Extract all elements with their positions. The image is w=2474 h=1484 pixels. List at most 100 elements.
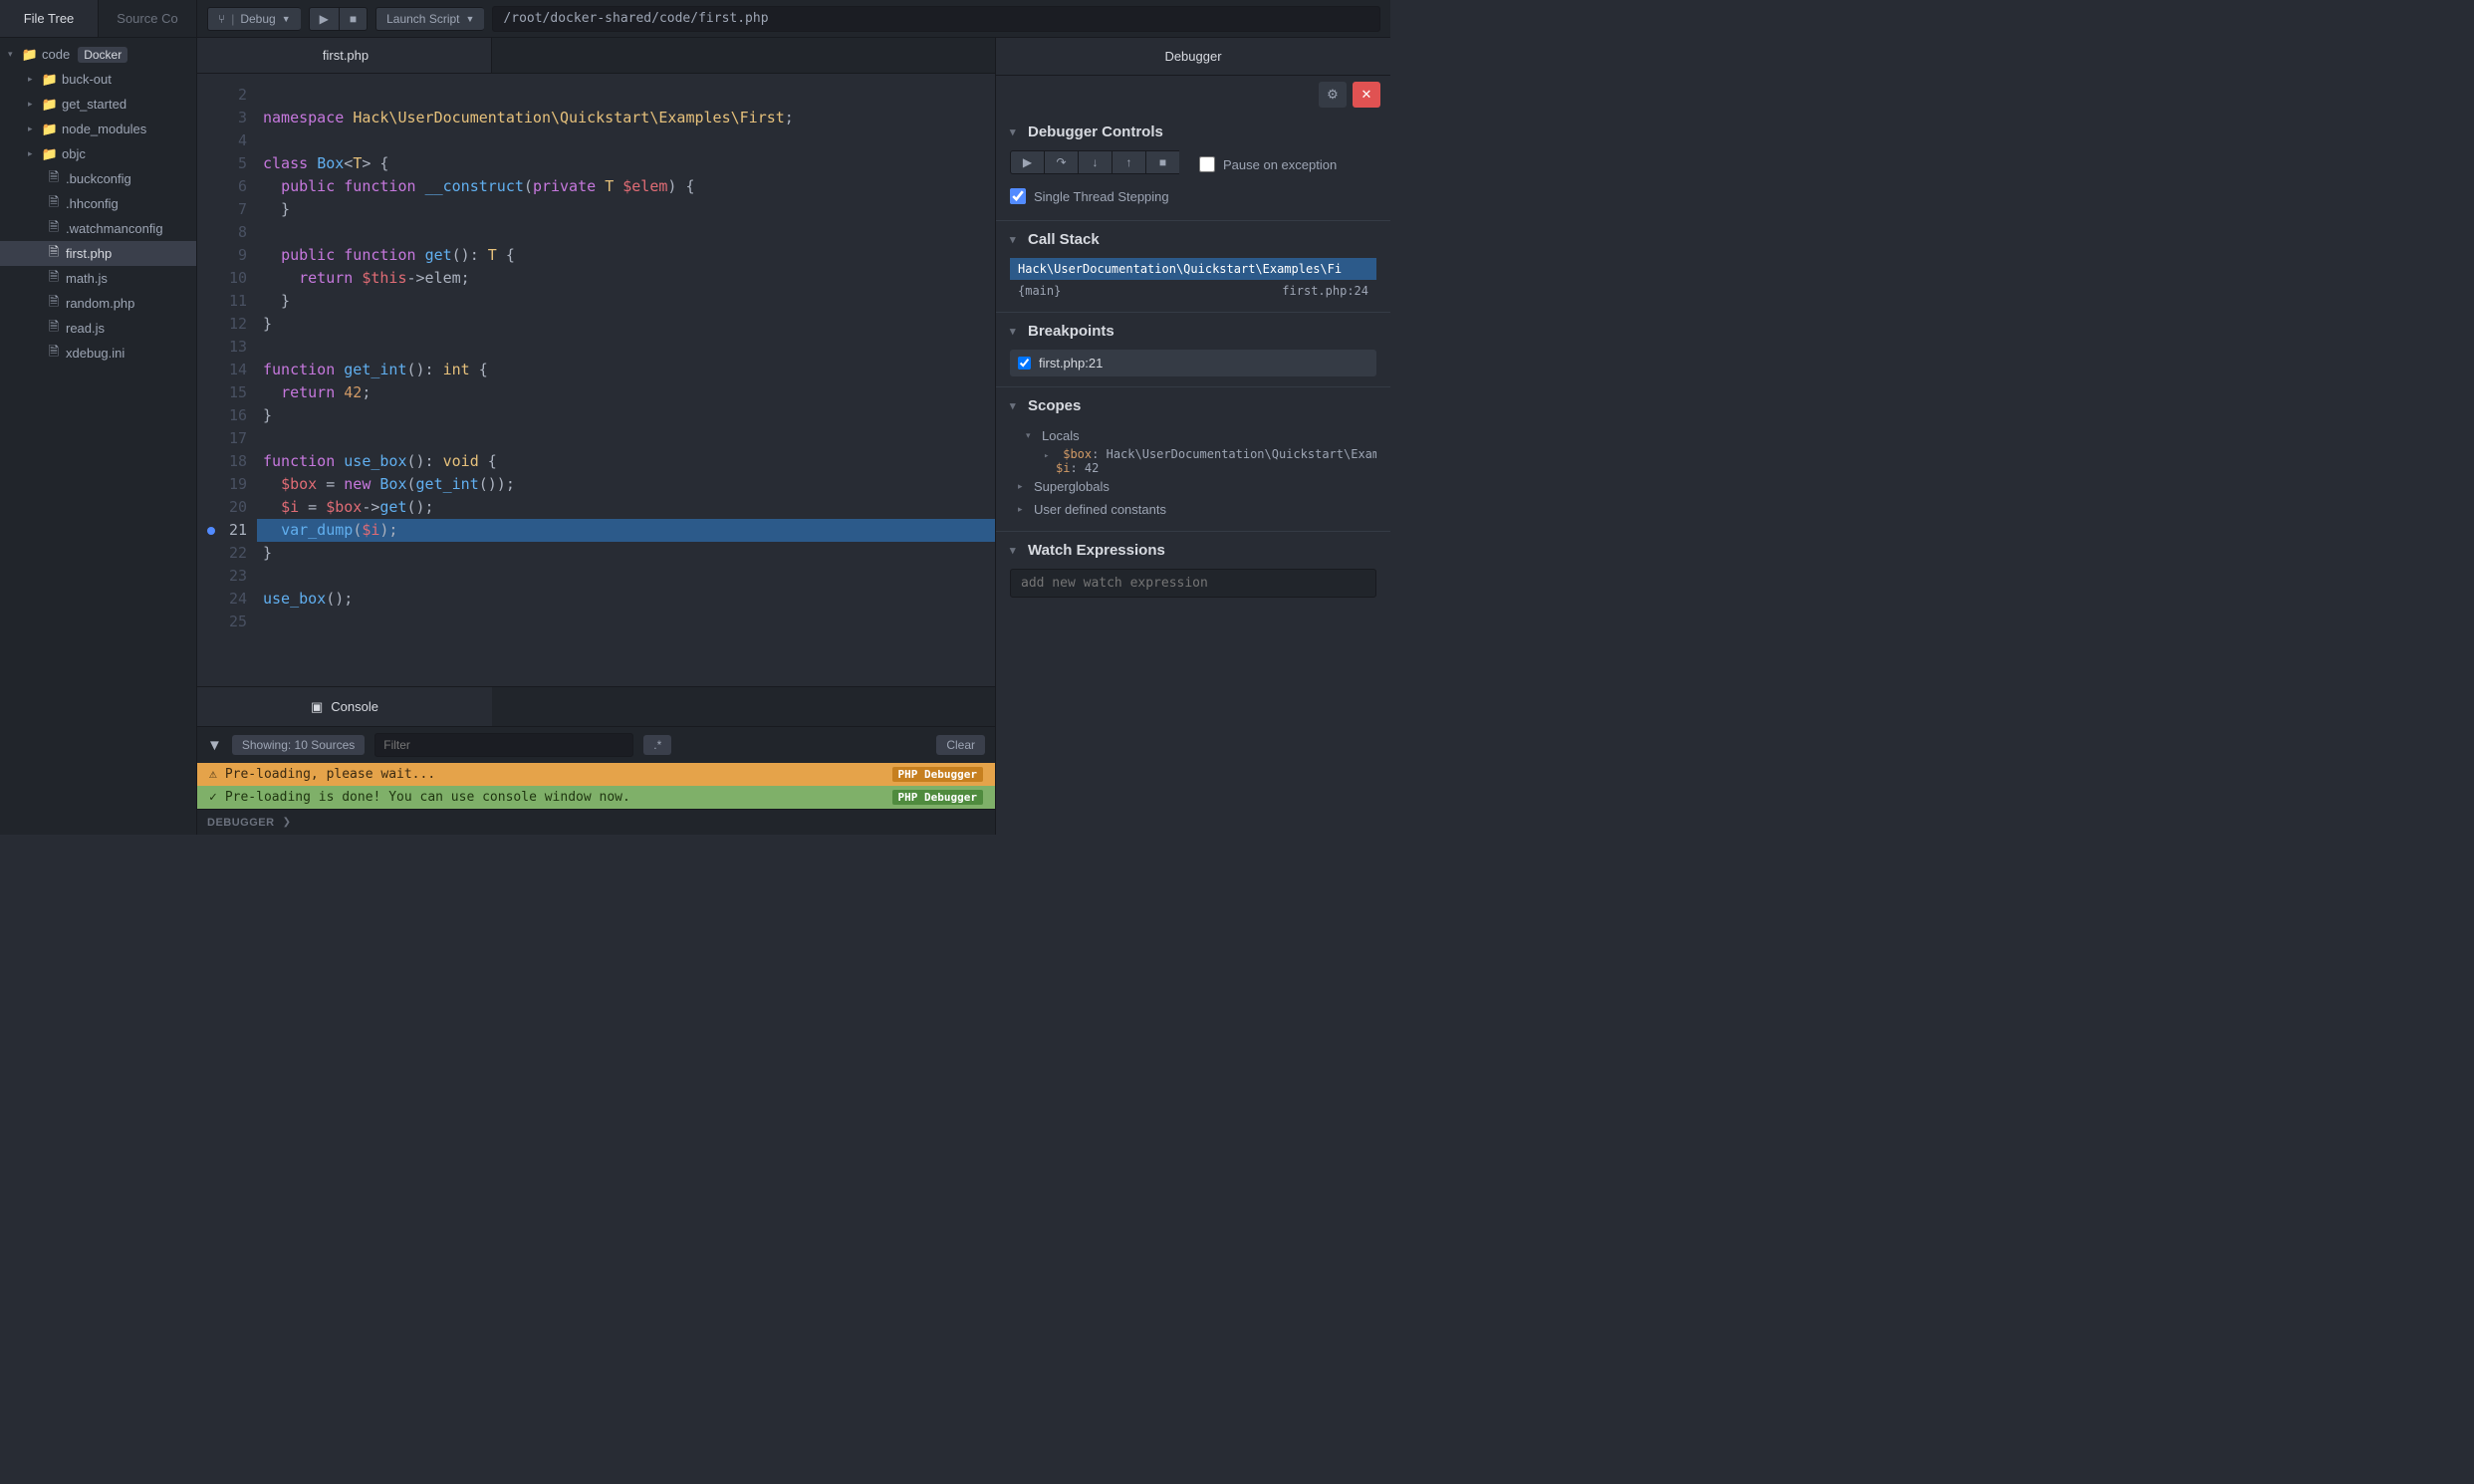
console-message: ✓ Pre-loading is done! You can use conso… xyxy=(197,786,995,809)
chevron-down-icon: ▾ xyxy=(1010,544,1020,557)
debug-profile-dropdown[interactable]: ⑂ | Debug ▼ xyxy=(207,7,301,31)
debugger-tab[interactable]: Debugger xyxy=(996,38,1390,75)
chevron-right-icon: ▸ xyxy=(1044,451,1056,461)
watch-expression-input[interactable] xyxy=(1010,569,1376,598)
chevron-right-icon: ▸ xyxy=(28,99,38,110)
folder-icon: 📁 xyxy=(42,146,58,162)
breakpoint-checkbox[interactable] xyxy=(1018,357,1031,370)
play-icon: ▶ xyxy=(320,12,329,26)
tree-folder[interactable]: ▸📁buck-out xyxy=(0,67,196,92)
tree-root[interactable]: ▾ 📁 code Docker xyxy=(0,42,196,67)
tree-file[interactable]: 🗎read.js xyxy=(0,316,196,341)
step-over-button[interactable]: ↷ xyxy=(1044,150,1078,174)
path-input[interactable] xyxy=(492,6,1380,32)
folder-code-icon: 📁 xyxy=(22,47,38,63)
continue-button[interactable]: ▶ xyxy=(1010,150,1044,174)
file-icon: 🗎 xyxy=(46,193,62,215)
tree-file[interactable]: 🗎math.js xyxy=(0,266,196,291)
file-icon: 🗎 xyxy=(46,168,62,190)
close-icon: ✕ xyxy=(1361,87,1372,103)
editor-tab[interactable]: first.php xyxy=(197,38,492,73)
pause-on-exception-label: Pause on exception xyxy=(1223,157,1337,172)
pause-on-exception-checkbox[interactable] xyxy=(1199,156,1215,172)
chevron-right-icon: ❯ xyxy=(283,817,291,828)
breakpoint-item[interactable]: first.php:21 xyxy=(1010,350,1376,376)
file-tree-panel: ▾ 📁 code Docker ▸📁buck-out ▸📁get_started… xyxy=(0,38,197,835)
debugger-footer-label[interactable]: DEBUGGER xyxy=(207,817,275,829)
step-over-icon: ↷ xyxy=(1056,155,1066,169)
stop-icon: ■ xyxy=(350,12,357,26)
file-icon: 🗎 xyxy=(46,318,62,340)
debugger-panel: Debugger ⚙ ✕ ▾ Debugger Controls ▶ ↷ ↓ ↑… xyxy=(996,38,1390,835)
tab-file-tree[interactable]: File Tree xyxy=(0,0,99,37)
tree-folder[interactable]: ▸📁get_started xyxy=(0,92,196,117)
console-tab[interactable]: ▣ Console xyxy=(197,687,492,726)
breakpoint-dot[interactable] xyxy=(207,527,215,535)
gear-icon: ⚙ xyxy=(1327,87,1339,103)
stop-debug-button[interactable]: ■ xyxy=(1145,150,1179,174)
tree-file[interactable]: 🗎random.php xyxy=(0,291,196,316)
scope-variable[interactable]: $i: 42 xyxy=(1010,461,1376,475)
scope-constants[interactable]: ▸ User defined constants xyxy=(1010,498,1376,521)
remote-badge: Docker xyxy=(78,47,127,63)
file-icon: 🗎 xyxy=(46,268,62,290)
code-editor[interactable]: 2345678910111213141516171819202122232425… xyxy=(197,74,995,686)
section-scopes[interactable]: ▾ Scopes xyxy=(1010,397,1376,414)
section-watch-expressions[interactable]: ▾ Watch Expressions xyxy=(1010,542,1376,559)
single-thread-label: Single Thread Stepping xyxy=(1034,189,1169,204)
terminal-icon: ▣ xyxy=(311,699,323,715)
clear-button[interactable]: Clear xyxy=(936,735,985,755)
stop-button[interactable]: ■ xyxy=(339,7,368,31)
close-debugger-button[interactable]: ✕ xyxy=(1353,82,1380,108)
scope-superglobals[interactable]: ▸ Superglobals xyxy=(1010,475,1376,498)
tree-file[interactable]: 🗎first.php xyxy=(0,241,196,266)
tree-file[interactable]: 🗎.buckconfig xyxy=(0,166,196,191)
sources-pill[interactable]: Showing: 10 Sources xyxy=(232,735,365,755)
tree-file[interactable]: 🗎xdebug.ini xyxy=(0,341,196,366)
step-into-icon: ↓ xyxy=(1093,155,1099,169)
chevron-down-icon: ▾ xyxy=(1026,430,1036,441)
callstack-frame[interactable]: {main} first.php:24 xyxy=(1010,280,1376,302)
scope-locals[interactable]: ▾ Locals xyxy=(1010,424,1376,447)
tree-folder[interactable]: ▸📁objc xyxy=(0,141,196,166)
folder-icon: 📁 xyxy=(42,122,58,137)
file-icon: 🗎 xyxy=(46,243,62,265)
step-out-button[interactable]: ↑ xyxy=(1112,150,1145,174)
chevron-down-icon: ▾ xyxy=(1010,233,1020,246)
tree-file[interactable]: 🗎.watchmanconfig xyxy=(0,216,196,241)
folder-icon: 📁 xyxy=(42,72,58,88)
run-button[interactable]: ▶ xyxy=(309,7,339,31)
single-thread-checkbox[interactable] xyxy=(1010,188,1026,204)
section-breakpoints[interactable]: ▾ Breakpoints xyxy=(1010,323,1376,340)
callstack-frame[interactable]: Hack\UserDocumentation\Quickstart\Exampl… xyxy=(1010,258,1376,280)
tab-source-control[interactable]: Source Co xyxy=(99,0,197,37)
folder-icon: 📁 xyxy=(42,97,58,113)
section-debugger-controls[interactable]: ▾ Debugger Controls xyxy=(1010,124,1376,140)
source-tag: PHP Debugger xyxy=(892,790,983,805)
console-filter-input[interactable] xyxy=(374,733,633,757)
console-message: ⚠ Pre-loading, please wait... PHP Debugg… xyxy=(197,763,995,786)
launch-config-dropdown[interactable]: Launch Script ▼ xyxy=(375,7,484,31)
play-icon: ▶ xyxy=(1023,155,1032,169)
settings-button[interactable]: ⚙ xyxy=(1319,82,1347,108)
section-call-stack[interactable]: ▾ Call Stack xyxy=(1010,231,1376,248)
scope-variable[interactable]: ▸ $box: Hack\UserDocumentation\Quickstar… xyxy=(1010,447,1376,461)
file-icon: 🗎 xyxy=(46,293,62,315)
step-into-button[interactable]: ↓ xyxy=(1078,150,1112,174)
chevron-right-icon: ▸ xyxy=(28,124,38,134)
chevron-down-icon: ▾ xyxy=(1010,125,1020,138)
step-out-icon: ↑ xyxy=(1126,155,1132,169)
file-icon: 🗎 xyxy=(46,343,62,365)
tree-folder[interactable]: ▸📁node_modules xyxy=(0,117,196,141)
regex-toggle[interactable]: .* xyxy=(643,735,671,755)
tree-file[interactable]: 🗎.hhconfig xyxy=(0,191,196,216)
filter-icon[interactable]: ▼ xyxy=(207,737,222,754)
chevron-down-icon: ▾ xyxy=(1010,399,1020,412)
chevron-right-icon: ▸ xyxy=(1018,481,1028,492)
source-tag: PHP Debugger xyxy=(892,767,983,782)
nuclide-icon: ⑂ xyxy=(218,12,225,26)
check-icon: ✓ xyxy=(209,790,217,805)
warning-icon: ⚠ xyxy=(209,767,217,782)
console-header: ▼ Showing: 10 Sources .* Clear xyxy=(197,726,995,763)
editor-pane: first.php 234567891011121314151617181920… xyxy=(197,38,996,835)
